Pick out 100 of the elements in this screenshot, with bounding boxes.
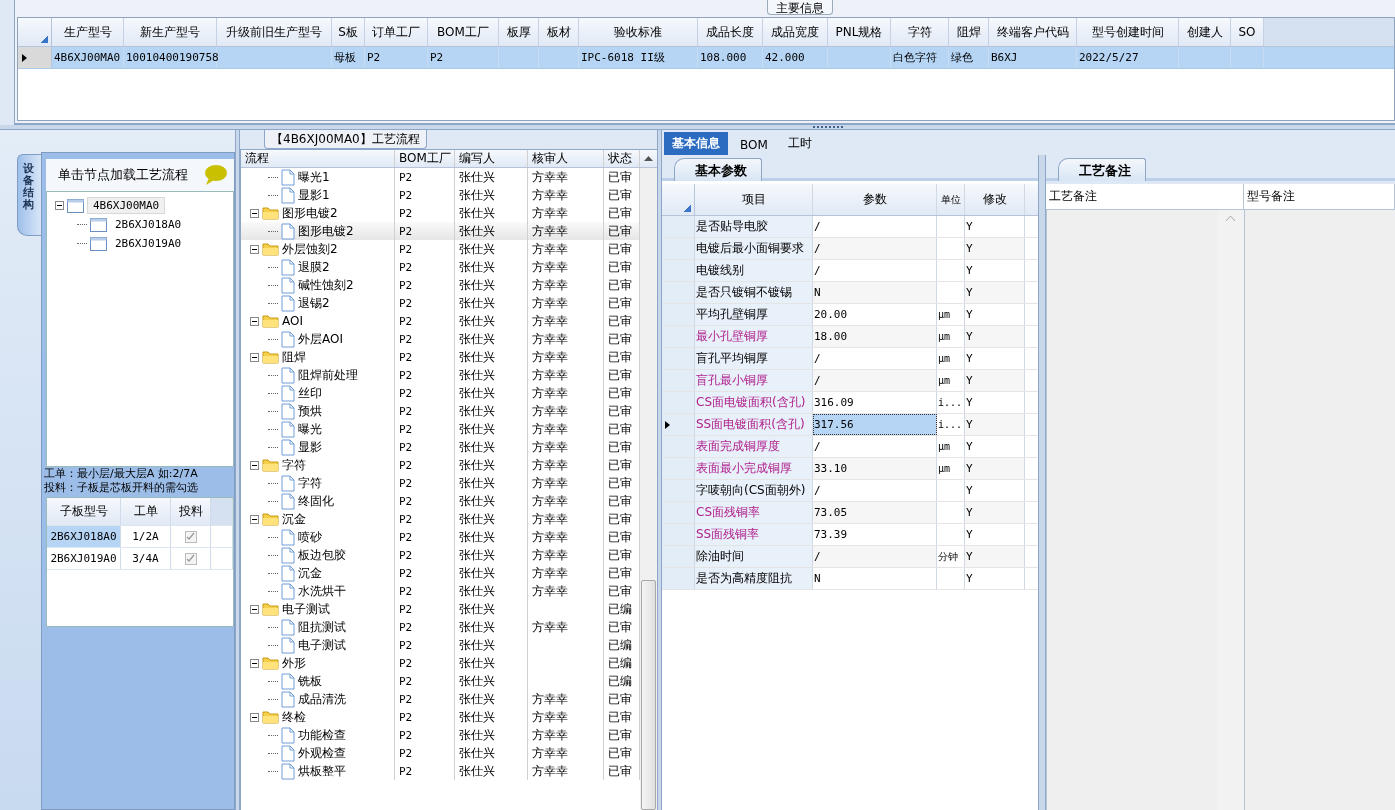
tree-row[interactable]: 显影 P2 张仕兴 方幸幸 已审 bbox=[241, 438, 640, 456]
collapse-icon[interactable] bbox=[250, 658, 259, 668]
splitter[interactable] bbox=[1038, 155, 1046, 810]
column-header[interactable]: 参数 bbox=[813, 184, 937, 215]
tree-row[interactable]: 铣板 P2 张仕兴 已编 bbox=[241, 672, 640, 690]
table-cell[interactable]: 18.00 bbox=[813, 326, 937, 347]
table-row[interactable]: 平均孔壁铜厚 20.00 μm Y bbox=[662, 304, 1038, 326]
tree-row[interactable]: 退膜2 P2 张仕兴 方幸幸 已审 bbox=[241, 258, 640, 276]
tree-row[interactable]: 喷砂 P2 张仕兴 方幸幸 已审 bbox=[241, 528, 640, 546]
table-row[interactable]: 4B6XJ00MA0 10010400190758 母板 P2 P2 IPC-6018 II级 108.000 42.000 白色字符 绿色 B6XJ 2022/5/27 bbox=[18, 47, 1394, 69]
column-header[interactable]: 升级前旧生产型号 bbox=[217, 18, 332, 46]
tab[interactable]: 基本信息 bbox=[664, 132, 728, 155]
table-cell[interactable]: / bbox=[813, 546, 937, 567]
tree-row[interactable]: 阻焊 P2 张仕兴 方幸幸 已审 bbox=[241, 348, 640, 366]
table-cell[interactable]: / bbox=[813, 436, 937, 457]
tree-row[interactable]: 碱性蚀刻2 P2 张仕兴 方幸幸 已审 bbox=[241, 276, 640, 294]
tree-row[interactable]: 曝光1 P2 张仕兴 方幸幸 已审 bbox=[241, 168, 640, 186]
column-header[interactable]: 项目 bbox=[695, 184, 813, 215]
table-row[interactable]: 最小孔壁铜厚 18.00 μm Y bbox=[662, 326, 1038, 348]
column-header[interactable]: 工单 bbox=[121, 498, 171, 525]
tree-row[interactable]: 烘板整平 P2 张仕兴 方幸幸 已审 bbox=[241, 762, 640, 780]
column-header[interactable]: 阻焊 bbox=[949, 18, 989, 46]
tree-node[interactable]: 2B6XJ019A0 bbox=[110, 236, 187, 251]
column-header[interactable]: 板厚 bbox=[499, 18, 539, 46]
collapse-icon[interactable] bbox=[250, 712, 259, 722]
tree-row[interactable]: 板边包胶 P2 张仕兴 方幸幸 已审 bbox=[241, 546, 640, 564]
tree-row[interactable]: 外形 P2 张仕兴 已编 bbox=[241, 654, 640, 672]
tree-node[interactable]: 4B6XJ00MA0 bbox=[87, 197, 166, 214]
tree-node[interactable]: 2B6XJ018A0 bbox=[110, 217, 187, 232]
tab[interactable]: 工时 bbox=[779, 132, 820, 155]
table-cell[interactable]: / bbox=[813, 216, 937, 237]
checkbox[interactable] bbox=[184, 530, 197, 543]
column-header[interactable]: 成品长度 bbox=[698, 18, 763, 46]
tree-row[interactable]: 沉金 P2 张仕兴 方幸幸 已审 bbox=[241, 510, 640, 528]
table-cell[interactable]: / bbox=[813, 348, 937, 369]
column-header[interactable]: 成品宽度 bbox=[763, 18, 828, 46]
table-cell[interactable]: 2B6XJ018A0 bbox=[47, 526, 121, 547]
table-cell[interactable]: / bbox=[813, 260, 937, 281]
tab[interactable]: 基本参数 bbox=[674, 158, 762, 181]
column-header[interactable]: 状态 bbox=[604, 150, 640, 167]
tree-row[interactable]: 预烘 P2 张仕兴 方幸幸 已审 bbox=[241, 402, 640, 420]
table-row[interactable]: 是否只镀铜不镀锡 N Y bbox=[662, 282, 1038, 304]
tree-row[interactable]: 电子测试 P2 张仕兴 已编 bbox=[241, 600, 640, 618]
column-header[interactable]: BOM工厂 bbox=[395, 150, 455, 167]
tree-row[interactable]: 终固化 P2 张仕兴 方幸幸 已审 bbox=[241, 492, 640, 510]
tree-row[interactable]: 沉金 P2 张仕兴 方幸幸 已审 bbox=[241, 564, 640, 582]
column-header[interactable]: 型号创建时间 bbox=[1077, 18, 1179, 46]
tree-row[interactable]: 字符 P2 张仕兴 方幸幸 已审 bbox=[241, 474, 640, 492]
column-header[interactable]: 修改 bbox=[965, 184, 1025, 215]
column-header[interactable]: 板材 bbox=[539, 18, 579, 46]
splitter[interactable] bbox=[235, 130, 240, 810]
collapse-icon[interactable] bbox=[250, 244, 259, 254]
tree-row[interactable]: 外层蚀刻2 P2 张仕兴 方幸幸 已审 bbox=[241, 240, 640, 258]
column-header[interactable]: 单位 bbox=[937, 184, 965, 215]
table-cell[interactable]: / bbox=[813, 370, 937, 391]
tree-row[interactable]: 终检 P2 张仕兴 方幸幸 已审 bbox=[241, 708, 640, 726]
table-cell[interactable]: / bbox=[813, 238, 937, 259]
tree-row[interactable]: 图形电镀2 P2 张仕兴 方幸幸 已审 bbox=[241, 222, 640, 240]
column-header[interactable]: 终端客户代码 bbox=[989, 18, 1077, 46]
column-header[interactable]: 字符 bbox=[891, 18, 949, 46]
table-row[interactable]: SS面电镀面积(含孔) 317.56 i... Y bbox=[662, 414, 1038, 436]
collapse-icon[interactable] bbox=[250, 604, 259, 614]
collapse-icon[interactable] bbox=[250, 460, 259, 470]
scroll-thumb[interactable] bbox=[641, 580, 656, 810]
table-cell[interactable]: 316.09 bbox=[813, 392, 937, 413]
column-header[interactable]: 流程 bbox=[241, 150, 395, 167]
column-header[interactable]: 验收标准 bbox=[579, 18, 698, 46]
table-cell[interactable]: 317.56 bbox=[813, 414, 937, 435]
table-cell[interactable]: 73.39 bbox=[813, 524, 937, 545]
table-row[interactable]: 盲孔平均铜厚 / μm Y bbox=[662, 348, 1038, 370]
table-row[interactable]: 电镀后最小面铜要求 / Y bbox=[662, 238, 1038, 260]
column-header[interactable]: 订单工厂 bbox=[365, 18, 428, 46]
tab[interactable]: BOM bbox=[732, 135, 776, 155]
table-cell[interactable]: / bbox=[813, 480, 937, 501]
column-header[interactable]: 生产型号 bbox=[52, 18, 124, 46]
table-row[interactable]: 是否贴导电胶 / Y bbox=[662, 216, 1038, 238]
table-cell[interactable]: 2B6XJ019A0 bbox=[47, 548, 121, 569]
tree-row[interactable]: AOI P2 张仕兴 方幸幸 已审 bbox=[241, 312, 640, 330]
tree-row[interactable]: 丝印 P2 张仕兴 方幸幸 已审 bbox=[241, 384, 640, 402]
side-tab[interactable]: 设备结构 bbox=[17, 154, 41, 236]
table-row[interactable]: 电镀线别 / Y bbox=[662, 260, 1038, 282]
column-header[interactable]: PNL规格 bbox=[828, 18, 891, 46]
table-row[interactable]: 盲孔最小铜厚 / μm Y bbox=[662, 370, 1038, 392]
column-header[interactable]: 创建人 bbox=[1179, 18, 1231, 46]
splitter-grip[interactable] bbox=[812, 125, 843, 128]
tree-row[interactable]: 功能检查 P2 张仕兴 方幸幸 已审 bbox=[241, 726, 640, 744]
row-header[interactable] bbox=[662, 414, 695, 435]
table-row[interactable]: 表面最小完成铜厚 33.10 μm Y bbox=[662, 458, 1038, 480]
column-header[interactable]: 新生产型号 bbox=[124, 18, 217, 46]
tree-row[interactable]: 外层AOI P2 张仕兴 方幸幸 已审 bbox=[241, 330, 640, 348]
tree-row[interactable]: 阻抗测试 P2 张仕兴 方幸幸 已审 bbox=[241, 618, 640, 636]
collapse-icon[interactable] bbox=[55, 201, 64, 210]
tree-row[interactable]: 电子测试 P2 张仕兴 已编 bbox=[241, 636, 640, 654]
tree-row[interactable]: 曝光 P2 张仕兴 方幸幸 已审 bbox=[241, 420, 640, 438]
tab[interactable]: 工艺备注 bbox=[1058, 158, 1146, 181]
checkbox[interactable] bbox=[184, 552, 197, 565]
table-cell[interactable]: 33.10 bbox=[813, 458, 937, 479]
tree-row[interactable]: 外观检查 P2 张仕兴 方幸幸 已审 bbox=[241, 744, 640, 762]
table-row[interactable]: CS面残铜率 73.05 Y bbox=[662, 502, 1038, 524]
table-row[interactable]: 除油时间 / 分钟 Y bbox=[662, 546, 1038, 568]
